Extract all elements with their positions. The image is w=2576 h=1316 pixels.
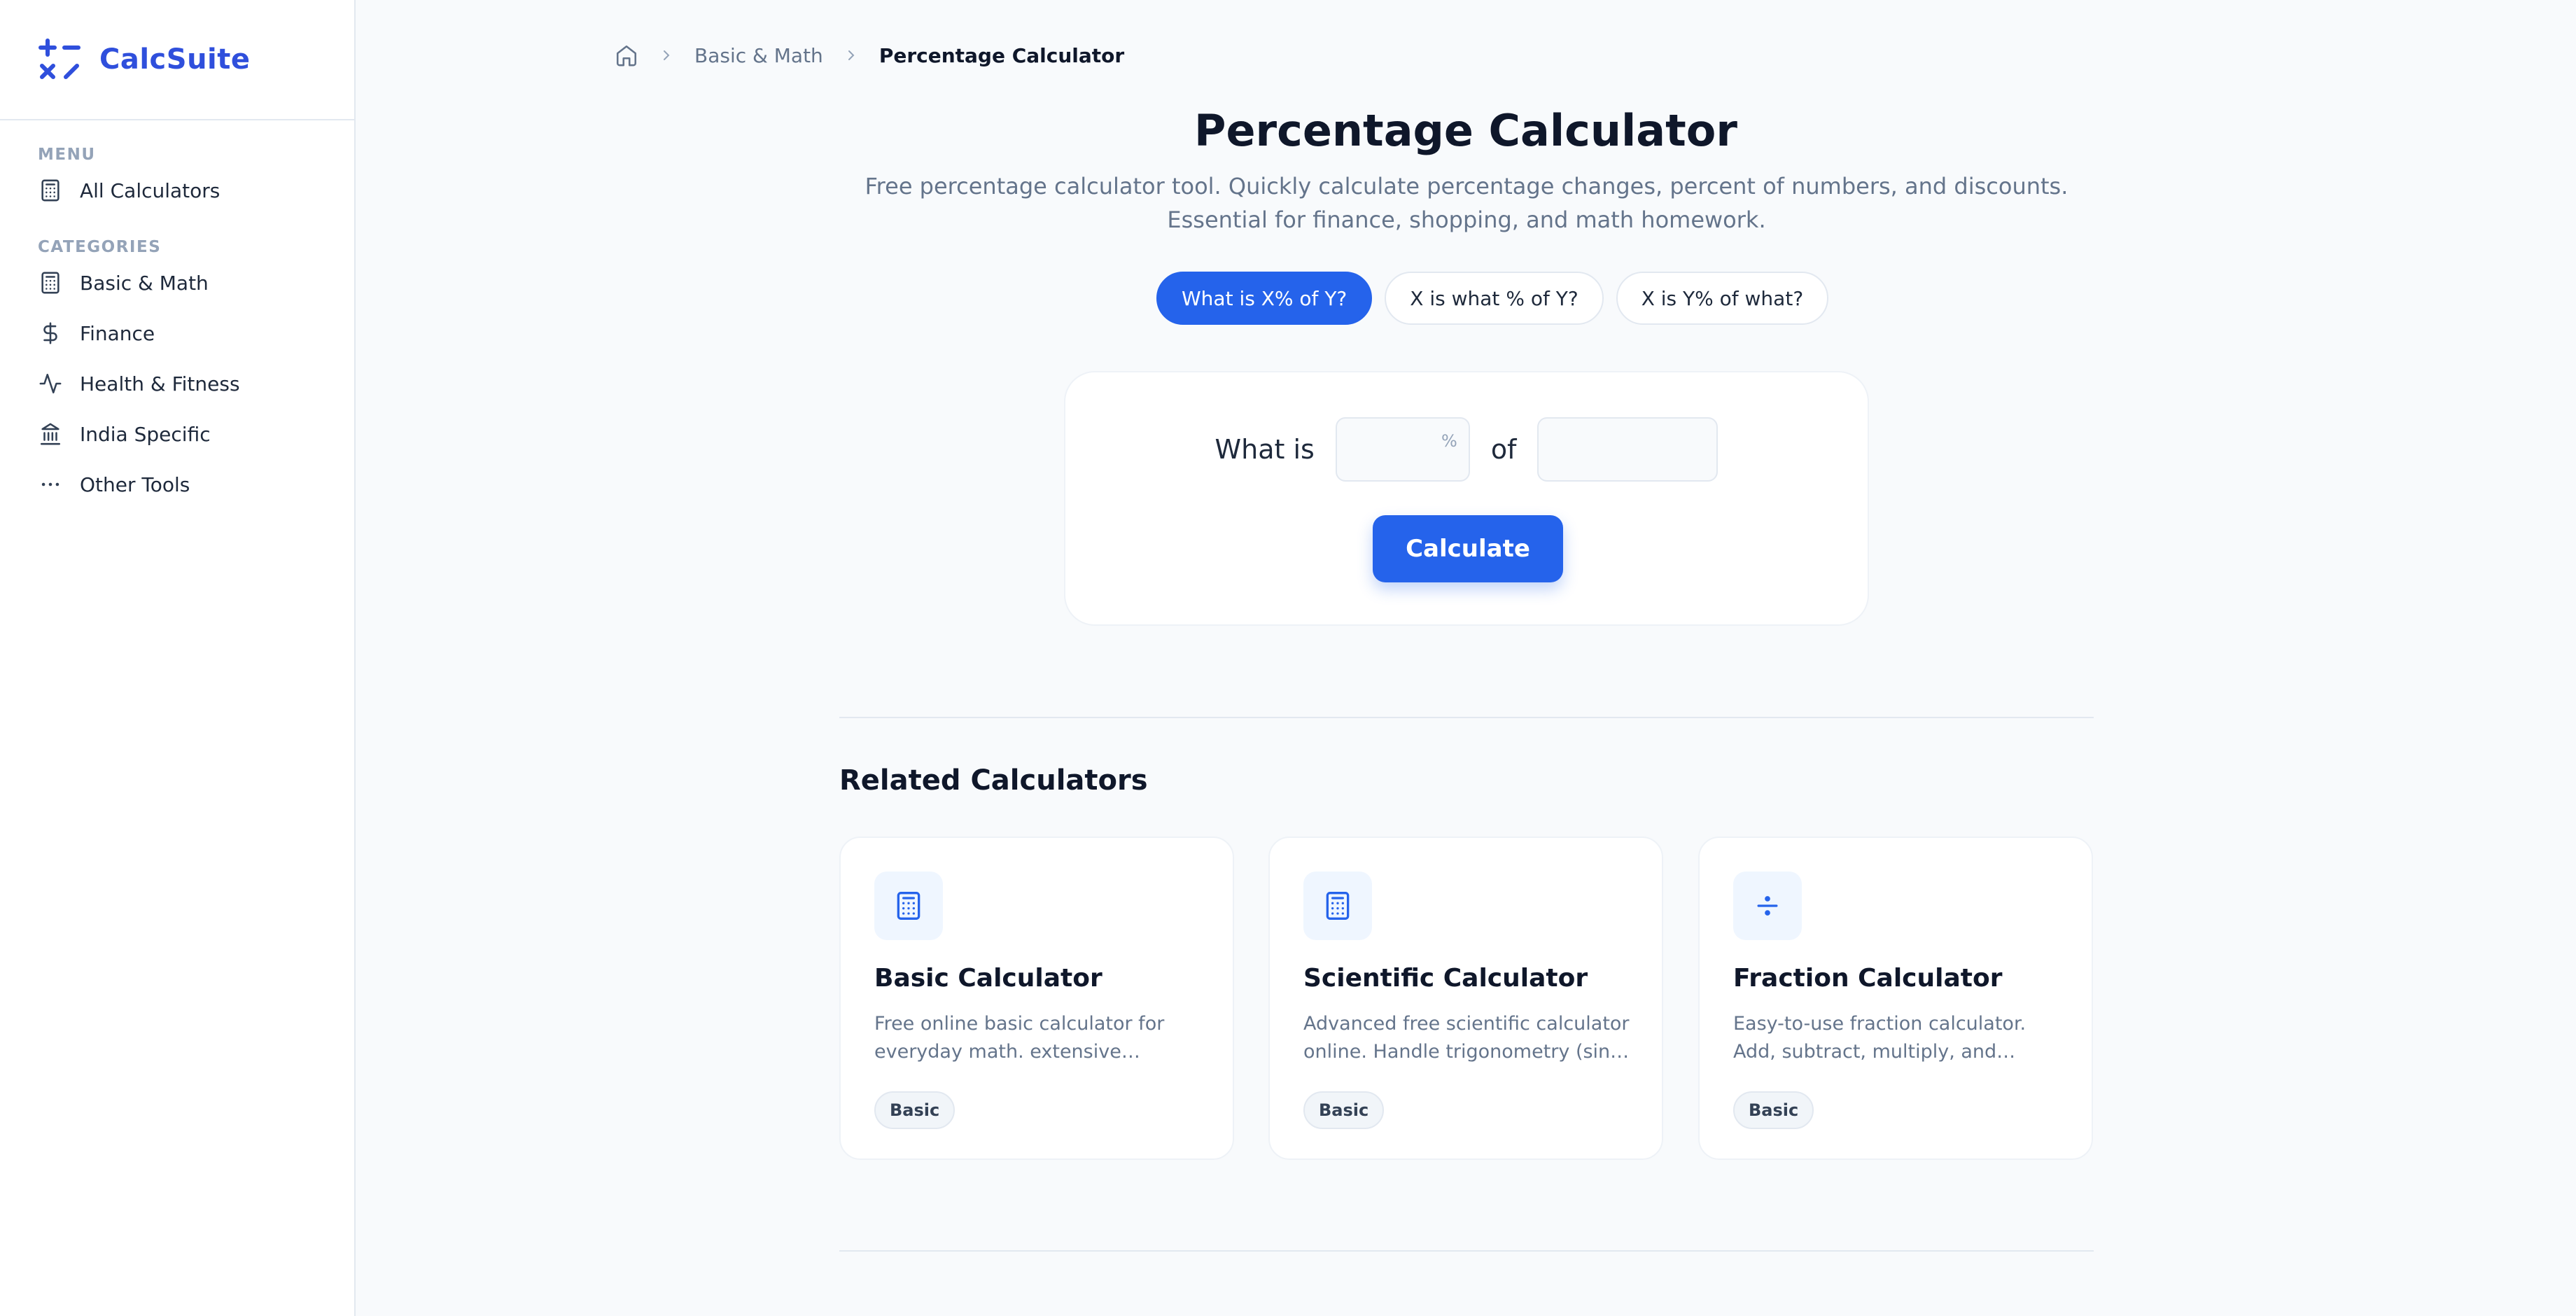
divider — [839, 1250, 2094, 1252]
related-card-scientific-calculator[interactable]: Scientific Calculator Advanced free scie… — [1268, 836, 1663, 1160]
calculate-button[interactable]: Calculate — [1373, 515, 1563, 582]
tab-x-is-what-percent-of-y[interactable]: X is what % of Y? — [1385, 272, 1604, 325]
sidebar-item-label: Finance — [80, 321, 155, 345]
chevron-right-icon — [848, 50, 855, 60]
calculator-icon — [874, 872, 943, 940]
activity-icon — [38, 371, 63, 396]
card-tag: Basic — [1733, 1091, 1814, 1129]
card-description: Free online basic calculator for everyda… — [874, 1013, 1165, 1063]
sidebar-item-health-fitness[interactable]: Health & Fitness — [0, 358, 354, 409]
card-title: Fraction Calculator — [1733, 964, 2003, 993]
breadcrumb-link-basic-math[interactable]: Basic & Math — [694, 44, 823, 67]
brand-name: CalcSuite — [99, 43, 251, 76]
sidebar-item-other-tools[interactable]: Other Tools — [0, 459, 354, 510]
card-description: Easy-to-use fraction calculator. Add, su… — [1733, 1013, 2026, 1063]
divide-icon — [1733, 872, 1802, 940]
calc-symbols-icon — [38, 38, 80, 79]
sidebar-item-label: India Specific — [80, 422, 211, 446]
percent-sign: % — [1441, 431, 1457, 451]
divider — [839, 717, 2094, 718]
more-icon — [38, 472, 63, 497]
breadcrumb-current: Percentage Calculator — [878, 43, 1125, 67]
of-label: of — [1490, 434, 1517, 465]
brand[interactable]: CalcSuite — [0, 0, 354, 120]
sidebar-item-label: Other Tools — [80, 472, 190, 496]
number-input[interactable] — [1537, 417, 1718, 482]
tab-what-is-x-percent-of-y[interactable]: What is X% of Y? — [1156, 272, 1373, 325]
related-calculators-heading: Related Calculators — [839, 764, 1148, 797]
sidebar-item-label: Basic & Math — [80, 271, 209, 295]
related-card-fraction-calculator[interactable]: Fraction Calculator Easy-to-use fraction… — [1698, 836, 2093, 1160]
card-tag: Basic — [1303, 1091, 1385, 1129]
sidebar: CalcSuite MENU All Calculators CATEGORIE… — [0, 0, 356, 1316]
mode-tabs: What is X% of Y? X is what % of Y? X is … — [1156, 272, 1829, 325]
calculator-icon — [1303, 872, 1372, 940]
categories-heading: CATEGORIES — [38, 238, 162, 256]
bank-icon — [38, 421, 63, 447]
tab-x-is-y-percent-of-what[interactable]: X is Y% of what? — [1616, 272, 1829, 325]
card-tag: Basic — [874, 1091, 955, 1129]
dollar-icon — [38, 321, 63, 346]
what-is-label: What is — [1214, 434, 1315, 465]
card-title: Basic Calculator — [874, 964, 1102, 993]
home-icon[interactable] — [615, 43, 638, 67]
calculator-row: What is % of — [1065, 417, 1868, 482]
sidebar-item-label: All Calculators — [80, 178, 220, 202]
sidebar-item-basic-math[interactable]: Basic & Math — [0, 258, 354, 308]
calculator-icon — [38, 178, 63, 203]
card-title: Scientific Calculator — [1303, 964, 1588, 993]
page-title: Percentage Calculator — [1194, 105, 1737, 156]
sidebar-item-finance[interactable]: Finance — [0, 308, 354, 358]
sidebar-item-india-specific[interactable]: India Specific — [0, 409, 354, 459]
sidebar-item-all-calculators[interactable]: All Calculators — [0, 165, 354, 216]
calculator-card: What is % of Calculate — [1064, 371, 1869, 626]
percent-input[interactable]: % — [1335, 417, 1470, 482]
chevron-right-icon — [664, 50, 670, 60]
page-subtitle: Free percentage calculator tool. Quickly… — [864, 173, 2068, 233]
card-description: Advanced free scientific calculator onli… — [1303, 1013, 1630, 1063]
sidebar-item-label: Health & Fitness — [80, 372, 240, 396]
breadcrumb: Basic & Math Percentage Calculator — [615, 41, 1124, 70]
related-card-basic-calculator[interactable]: Basic Calculator Free online basic calcu… — [839, 836, 1234, 1160]
calculator-icon — [38, 270, 63, 295]
